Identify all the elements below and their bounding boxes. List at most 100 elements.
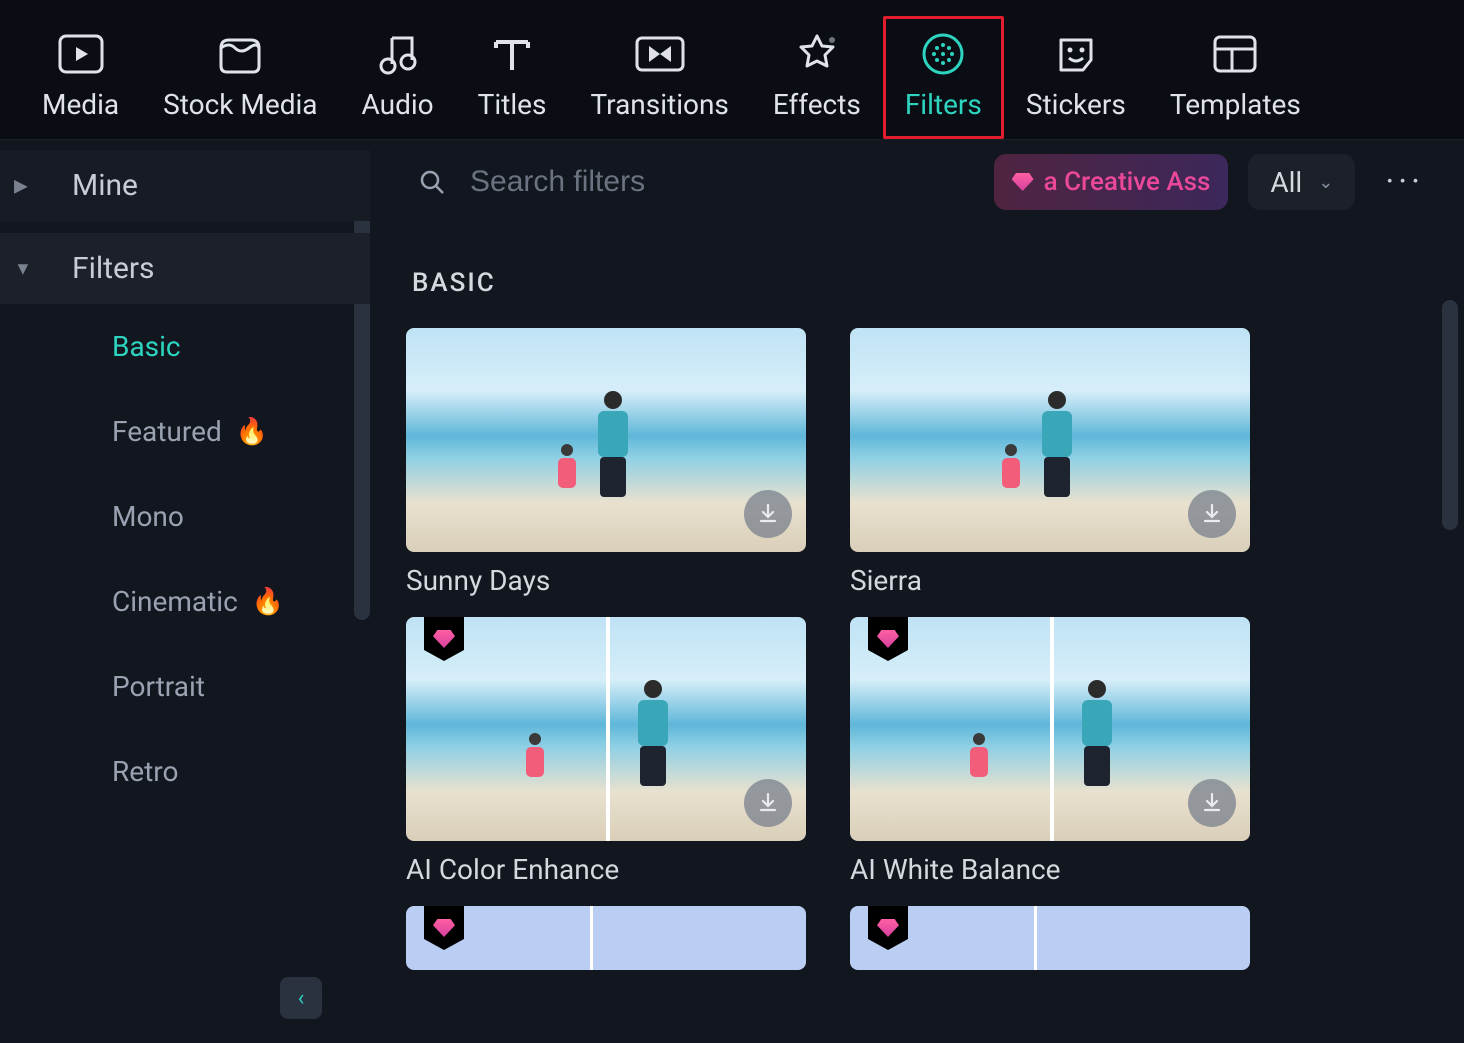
nav-audio[interactable]: Audio — [340, 16, 456, 139]
nav-label: Stickers — [1026, 88, 1126, 121]
filter-thumbnail — [850, 328, 1250, 552]
nav-filters[interactable]: Filters — [883, 16, 1004, 139]
chevron-down-icon: ⌄ — [1318, 172, 1333, 193]
more-label: ··· — [1385, 162, 1424, 202]
sidebar-group-filters[interactable]: ▼ Filters — [0, 233, 370, 304]
chevron-down-icon: ▼ — [14, 258, 32, 279]
sidebar: ▶ Mine ▼ Filters Basic Featured 🔥 Mono C… — [0, 140, 370, 1043]
nav-label: Stock Media — [163, 88, 317, 121]
flame-icon: 🔥 — [236, 417, 268, 447]
filter-thumbnail — [406, 617, 806, 841]
stickers-icon — [1053, 28, 1099, 80]
search-icon — [418, 168, 446, 196]
nav-label: Templates — [1170, 88, 1301, 121]
premium-badge — [424, 906, 464, 950]
nav-templates[interactable]: Templates — [1148, 16, 1323, 139]
filter-label: Sunny Days — [406, 564, 806, 597]
chevron-left-icon: ‹ — [298, 986, 305, 1011]
nav-stickers[interactable]: Stickers — [1004, 16, 1148, 139]
filter-scope-dropdown[interactable]: All ⌄ — [1248, 154, 1355, 210]
sidebar-group-label: Mine — [72, 168, 138, 203]
filters-grid: Sunny Days Sierra — [406, 328, 1434, 970]
flame-icon: 🔥 — [252, 587, 284, 617]
figure-child — [526, 733, 544, 789]
chevron-right-icon: ▶ — [14, 175, 28, 196]
nav-label: Effects — [773, 88, 861, 121]
stock-media-icon — [217, 28, 263, 80]
diamond-icon — [433, 919, 455, 937]
figure-child — [970, 733, 988, 789]
main-panel: a Creative Ass All ⌄ ··· BASIC S — [370, 140, 1464, 1043]
sidebar-item-mono[interactable]: Mono — [0, 474, 370, 559]
audio-icon — [378, 28, 418, 80]
templates-icon — [1212, 28, 1258, 80]
media-icon — [58, 28, 104, 80]
nav-titles[interactable]: Titles — [456, 16, 569, 139]
filter-card[interactable]: AI White Balance — [850, 617, 1250, 886]
sidebar-item-portrait[interactable]: Portrait — [0, 644, 370, 729]
filter-thumbnail — [406, 906, 806, 970]
sidebar-item-label: Portrait — [112, 670, 205, 703]
filter-thumbnail — [406, 328, 806, 552]
diamond-icon — [1012, 173, 1034, 191]
top-nav: Media Stock Media Audio Titles Transitio… — [0, 0, 1464, 140]
search-wrap — [406, 165, 974, 199]
nav-label: Media — [42, 88, 119, 121]
sidebar-item-featured[interactable]: Featured 🔥 — [0, 389, 370, 474]
filter-label: AI Color Enhance — [406, 853, 806, 886]
nav-label: Audio — [362, 88, 434, 121]
sidebar-item-basic[interactable]: Basic — [0, 304, 370, 389]
main-scrollbar[interactable] — [1442, 300, 1458, 530]
filter-card[interactable] — [406, 906, 806, 970]
effects-icon — [794, 28, 840, 80]
filter-card[interactable]: Sunny Days — [406, 328, 806, 597]
download-icon[interactable] — [1188, 490, 1236, 538]
figure-adult — [638, 680, 668, 790]
premium-badge — [868, 906, 908, 950]
sidebar-group-mine[interactable]: ▶ Mine — [0, 150, 370, 221]
figure-child — [558, 444, 576, 500]
sidebar-group-label: Filters — [72, 251, 155, 286]
creative-badge-label: a Creative Ass — [1044, 167, 1211, 197]
toolbar: a Creative Ass All ⌄ ··· — [406, 140, 1434, 224]
figure-adult — [1082, 680, 1112, 790]
nav-effects[interactable]: Effects — [751, 16, 883, 139]
nav-label: Transitions — [590, 88, 728, 121]
download-icon[interactable] — [1188, 779, 1236, 827]
dropdown-label: All — [1270, 166, 1302, 199]
filter-card[interactable]: Sierra — [850, 328, 1250, 597]
more-options-button[interactable]: ··· — [1375, 162, 1434, 202]
filter-label: AI White Balance — [850, 853, 1250, 886]
sidebar-item-label: Retro — [112, 755, 178, 788]
filter-thumbnail — [850, 906, 1250, 970]
nav-transitions[interactable]: Transitions — [568, 16, 750, 139]
filters-icon — [920, 28, 966, 80]
search-input[interactable] — [470, 165, 790, 199]
download-icon[interactable] — [744, 779, 792, 827]
section-title: BASIC — [412, 268, 1434, 298]
sidebar-item-label: Mono — [112, 500, 184, 533]
creative-assets-badge[interactable]: a Creative Ass — [994, 154, 1229, 210]
diamond-icon — [433, 630, 455, 648]
collapse-sidebar-button[interactable]: ‹ — [280, 977, 322, 1019]
filter-card[interactable]: AI Color Enhance — [406, 617, 806, 886]
filter-thumbnail — [850, 617, 1250, 841]
sidebar-item-label: Cinematic — [112, 585, 238, 618]
sidebar-item-cinematic[interactable]: Cinematic 🔥 — [0, 559, 370, 644]
diamond-icon — [877, 919, 899, 937]
nav-label: Titles — [478, 88, 547, 121]
sidebar-item-label: Featured — [112, 415, 222, 448]
premium-badge — [868, 617, 908, 661]
filter-card[interactable] — [850, 906, 1250, 970]
nav-stock-media[interactable]: Stock Media — [141, 16, 339, 139]
diamond-icon — [877, 630, 899, 648]
figure-adult — [1042, 391, 1072, 501]
premium-badge — [424, 617, 464, 661]
figure-child — [1002, 444, 1020, 500]
filter-label: Sierra — [850, 564, 1250, 597]
figure-adult — [598, 391, 628, 501]
sidebar-item-label: Basic — [112, 330, 181, 363]
sidebar-item-retro[interactable]: Retro — [0, 729, 370, 814]
nav-media[interactable]: Media — [20, 16, 141, 139]
download-icon[interactable] — [744, 490, 792, 538]
